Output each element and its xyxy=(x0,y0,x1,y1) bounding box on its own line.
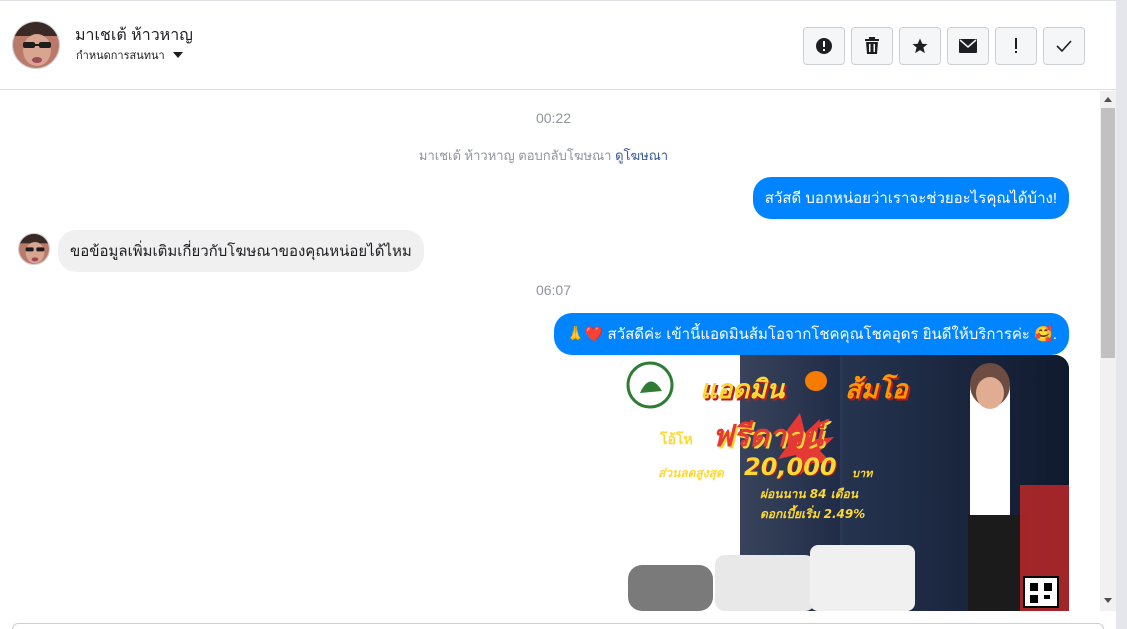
delete-button[interactable] xyxy=(851,27,893,65)
scrollbar-thumb[interactable] xyxy=(1101,108,1115,358)
alert-circle-icon xyxy=(816,38,832,54)
assign-conversation-dropdown[interactable]: กำหนดการสนทนา xyxy=(76,46,183,64)
star-button[interactable] xyxy=(899,27,941,65)
outgoing-message[interactable]: สวัสดี บอกหน่อยว่าเราจะช่วยอะไรคุณได้บ้า… xyxy=(752,177,1069,219)
mark-unread-button[interactable] xyxy=(947,27,989,65)
ad-discount-label: ส่วนลดสูงสุด xyxy=(658,466,724,480)
ad-badge: โอ้โห xyxy=(660,432,693,448)
message-thread: 00:22 มาเชเต้ ห้าวหาญ ตอบกลับโฆษณา ดูโฆษ… xyxy=(0,91,1100,624)
trash-icon xyxy=(865,37,879,54)
scroll-up-arrow-icon[interactable] xyxy=(1104,97,1112,102)
timestamp: 00:22 xyxy=(535,110,572,126)
message-composer[interactable] xyxy=(12,623,1104,629)
mark-done-button[interactable] xyxy=(1043,27,1085,65)
ad-interest: ดอกเบี้ยเริ่ม 2.49% xyxy=(760,507,866,521)
timestamp: 06:07 xyxy=(535,282,572,298)
incoming-message[interactable]: ขอข้อมูลเพิ่มเติมเกี่ยวกับโฆษณาของคุณหน่… xyxy=(58,230,424,272)
ad-discount-amount: 20,000 xyxy=(744,453,837,481)
contact-avatar-small xyxy=(18,233,50,265)
view-ad-link[interactable]: ดูโฆษณา xyxy=(615,148,668,163)
ad-discount-unit: บาท xyxy=(852,467,873,480)
follow-up-button[interactable] xyxy=(995,27,1037,65)
star-icon xyxy=(912,38,928,54)
scroll-down-arrow-icon[interactable] xyxy=(1104,598,1112,603)
spam-button[interactable] xyxy=(803,27,845,65)
thread-scrollbar[interactable] xyxy=(1100,91,1116,611)
ad-headline-admin: แอดมิน xyxy=(700,375,785,405)
ad-image-attachment[interactable]: แอดมิน ส้มโอ โอ้โห ฟรีดาวน์ ส่วนลดสูงสุด… xyxy=(620,355,1069,611)
conversation-panel: มาเชเต้ ห้าวหาญ กำหนดการสนทนา 00:22 มาเช… xyxy=(0,0,1116,629)
page-edge xyxy=(1116,0,1127,629)
ad-reply-note: มาเชเต้ ห้าวหาญ ตอบกลับโฆษณา ดูโฆษณา xyxy=(0,145,1087,166)
check-icon xyxy=(1056,40,1072,53)
caret-down-icon xyxy=(172,52,183,58)
contact-name: มาเชเต้ ห้าวหาญ xyxy=(75,27,193,44)
ad-installment: ผ่อนนาน 84 เดือน xyxy=(760,487,858,501)
contact-avatar[interactable] xyxy=(12,21,60,69)
ad-headline-name: ส้มโอ xyxy=(845,375,908,405)
envelope-icon xyxy=(959,39,977,53)
conversation-toolbar xyxy=(803,27,1085,65)
exclamation-icon xyxy=(1015,38,1017,53)
outgoing-message[interactable]: 🙏❤️ สวัสดีค่ะ เข้านี้แอดมินส้มโอจากโชคคุ… xyxy=(554,313,1069,355)
conversation-header: มาเชเต้ ห้าวหาญ กำหนดการสนทนา xyxy=(0,1,1116,90)
assign-conversation-label: กำหนดการสนทนา xyxy=(76,50,165,62)
ad-reply-text: มาเชเต้ ห้าวหาญ ตอบกลับโฆษณา xyxy=(418,148,612,163)
